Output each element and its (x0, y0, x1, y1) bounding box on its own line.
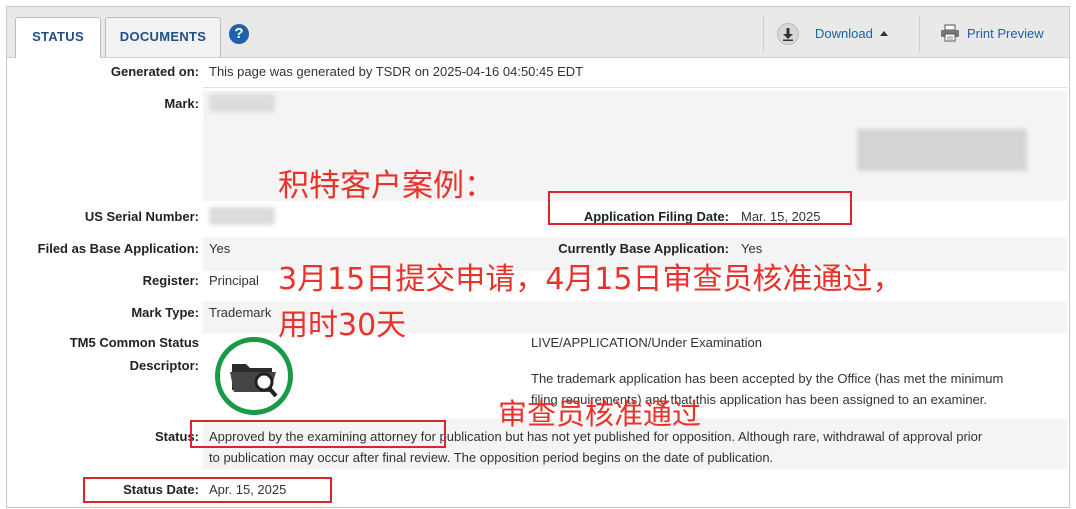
tab-status[interactable]: STATUS (15, 17, 101, 58)
status-highlight-box (190, 420, 446, 448)
filing-date-highlight-box (548, 191, 852, 225)
generated-on-value: This page was generated by TSDR on 2025-… (209, 64, 584, 79)
printer-icon[interactable] (940, 24, 960, 42)
us-serial-number-label: US Serial Number: (84, 209, 199, 224)
toolbar-divider (763, 15, 764, 53)
download-button[interactable]: Download (815, 26, 888, 41)
filed-as-base-label: Filed as Base Application: (37, 241, 199, 256)
register-label: Register: (142, 273, 199, 288)
register-value: Principal (209, 273, 259, 288)
generated-on-label: Generated on: (110, 64, 199, 79)
divider (203, 87, 1067, 88)
tm5-label-line1: TM5 Common Status (69, 335, 199, 350)
download-label: Download (815, 26, 873, 41)
tm5-label-line2: Descriptor: (129, 358, 199, 373)
folder-search-icon (215, 337, 293, 415)
timeline-annotation-line1: 3月15日提交申请，4月15日审查员核准通过， (278, 262, 903, 297)
approved-annotation: 审查员核准通过 (498, 397, 702, 431)
download-icon[interactable] (777, 23, 799, 45)
print-preview-button[interactable]: Print Preview (967, 26, 1044, 41)
status-date-highlight-box (83, 477, 332, 503)
mark-image-redacted (857, 129, 1027, 171)
timeline-annotation-line2: 用时30天 (278, 308, 407, 343)
filed-as-base-value: Yes (209, 241, 231, 256)
mark-type-label: Mark Type: (131, 305, 199, 320)
help-icon[interactable]: ? (229, 24, 249, 44)
toolbar-divider (919, 15, 920, 53)
tm5-status-title: LIVE/APPLICATION/Under Examination (531, 335, 762, 350)
tab-bar: STATUS DOCUMENTS ? Download Print Previe… (7, 7, 1069, 58)
case-title-annotation: 积特客户案例： (278, 168, 495, 204)
status-text-line2: to publication may occur after final rev… (209, 450, 774, 465)
tab-documents[interactable]: DOCUMENTS (105, 17, 221, 57)
mark-type-value: Trademark (209, 305, 272, 320)
mark-label: Mark: (164, 96, 199, 111)
mark-value-redacted (209, 94, 275, 112)
caret-up-icon (879, 31, 888, 36)
tm5-description-line1: The trademark application has been accep… (531, 371, 1004, 386)
us-serial-number-redacted (209, 207, 275, 225)
